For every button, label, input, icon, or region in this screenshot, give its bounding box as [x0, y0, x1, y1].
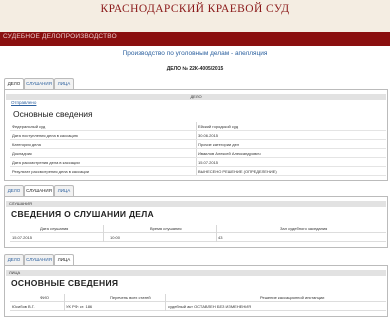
hearing-time: 10:00 [110, 235, 121, 240]
hearing-room: 43 [218, 235, 223, 240]
row-value: 30.06.2015 [198, 133, 219, 138]
hearings-col-divider [103, 225, 104, 242]
row-label: Дата рассмотрения дела в кассации [12, 160, 80, 165]
persons-panel: ЛИЦА ОСНОВНЫЕ СВЕДЕНИЯ ФИО Перечень всех… [4, 265, 388, 317]
person-articles: УК РФ: ст. 186 [66, 304, 93, 309]
column-header: Решение кассационной инстанции [260, 295, 325, 300]
section-nav-link[interactable]: СУДЕБНОЕ ДЕЛОПРОИЗВОДСТВО [3, 33, 117, 40]
hearings-panel-bar: СЛУШАНИЯ [6, 201, 386, 207]
case-section-heading: Основные сведения [13, 109, 93, 119]
persons-section-heading: ОСНОВНЫЕ СВЕДЕНИЯ [11, 278, 119, 288]
person-decision: судебный акт ОСТАВЛЕН БЕЗ ИЗМЕНЕНИЯ [168, 304, 252, 309]
table-row: Федеральный суд Ейский городской суд [10, 123, 386, 131]
hearings-section-heading: СВЕДЕНИЯ О СЛУШАНИИ ДЕЛА [11, 209, 154, 219]
row-label: Результат рассмотрения дела в кассации [12, 169, 90, 174]
column-header: Перечень всех статей [110, 295, 151, 300]
proceeding-title: Производство по уголовным делам - апелля… [122, 50, 268, 57]
row-label: Федеральный суд [12, 124, 46, 129]
column-header: Дата слушания [40, 226, 69, 231]
table-row: Юсибов В.Г. УК РФ: ст. 186 судебный акт … [10, 303, 386, 311]
table-row: Категория дела Прочие категории дел [10, 141, 386, 149]
site-header: КРАСНОДАРСКИЙ КРАЕВОЙ СУД [0, 0, 390, 32]
row-label: Докладчик [12, 151, 32, 156]
table-row: Дата поступления дела в кассацию 30.06.20… [10, 132, 386, 140]
tab-hearings[interactable]: СЛУШАНИЯ [24, 254, 54, 265]
hearing-date: 15.07.2015 [12, 235, 33, 240]
court-title: КРАСНОДАРСКИЙ КРАЕВОЙ СУД [100, 3, 290, 15]
row-value: ВЫНЕСЕНО РЕШЕНИЕ (ОПРЕДЕЛЕНИЕ) [198, 169, 277, 174]
persons-col-divider [64, 294, 65, 311]
column-header: Зал судебного заседания [280, 226, 328, 231]
row-value: 15.07.2015 [198, 160, 219, 165]
person-name: Юсибов В.Г. [12, 304, 35, 309]
case-panel: ДЕЛО Отправлено Основные сведения Федера… [4, 89, 388, 181]
hearings-panel: СЛУШАНИЯ СВЕДЕНИЯ О СЛУШАНИИ ДЕЛА Дата с… [4, 196, 388, 248]
tab-persons[interactable]: ЛИЦА [54, 185, 74, 196]
column-header: Время слушания [150, 226, 182, 231]
tab-case[interactable]: ДЕЛО [4, 185, 24, 196]
row-value: Иваилов Алексей Александрович [198, 151, 261, 156]
table-row: Дата рассмотрения дела в кассации 15.07.2… [10, 159, 386, 167]
table-row: Результат рассмотрения дела в кассации ВЫ… [10, 168, 386, 176]
tab-hearings[interactable]: СЛУШАНИЯ [24, 78, 54, 89]
persons-header-row: ФИО Перечень всех статей Решение кассаци… [10, 294, 386, 302]
hearings-header-row: Дата слушания Время слушания Зал судебно… [10, 225, 386, 233]
tab-persons[interactable]: ЛИЦА [54, 78, 74, 89]
row-label: Дата поступления дела в кассацию [12, 133, 78, 138]
persons-panel-bar: ЛИЦА [6, 270, 386, 276]
row-value: Прочие категории дел [198, 142, 240, 147]
section-navbar: СУДЕБНОЕ ДЕЛОПРОИЗВОДСТВО [0, 32, 390, 46]
hearings-col-divider [216, 225, 217, 242]
case-number: ДЕЛО № 22К-4005/2015 [166, 66, 224, 72]
print-link[interactable]: Отправлено [11, 100, 36, 105]
table-row: Докладчик Иваилов Алексей Александрович [10, 150, 386, 158]
table-row: 15.07.2015 10:00 43 [10, 234, 386, 242]
row-value: Ейский городской суд [198, 124, 239, 129]
tab-case[interactable]: ДЕЛО [4, 254, 24, 265]
case-panel-bar: ДЕЛО [6, 94, 386, 100]
column-header: ФИО [40, 295, 50, 300]
row-label: Категория дела [12, 142, 41, 147]
persons-col-divider [165, 294, 166, 311]
